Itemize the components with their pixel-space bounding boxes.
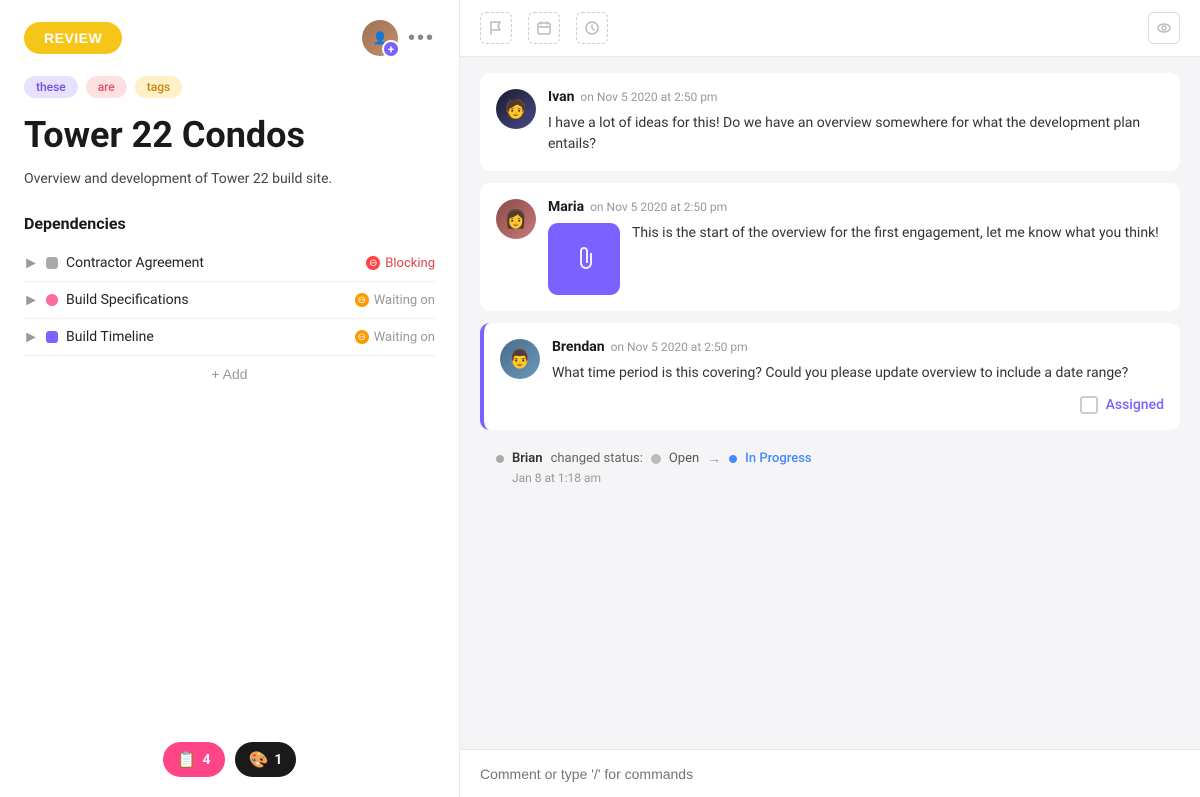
status-change-action: changed status: — [551, 451, 643, 466]
notion-icon: 📋 — [177, 750, 197, 769]
dep-name-contractor: Contractor Agreement — [66, 255, 358, 271]
blocking-label: Blocking — [385, 256, 435, 271]
comment-body-ivan: Ivan on Nov 5 2020 at 2:50 pm I have a l… — [548, 89, 1164, 155]
dep-chevron-timeline[interactable]: ► — [24, 330, 38, 344]
avatar-main: 👤 + — [362, 20, 398, 56]
dep-dot-contractor — [46, 257, 58, 269]
dep-item-timeline: ► Build Timeline ⊖ Waiting on — [24, 319, 435, 356]
page-title: Tower 22 Condos — [24, 114, 435, 157]
attachment-thumb[interactable] — [548, 223, 620, 295]
bottom-bar: 📋 4 🎨 1 — [0, 742, 459, 777]
waiting-label-specs: Waiting on — [374, 293, 435, 308]
status-arrow: → — [707, 450, 721, 467]
status-change-author: Brian — [512, 451, 543, 466]
comment-time-maria: on Nov 5 2020 at 2:50 pm — [590, 200, 727, 214]
dep-status-timeline: ⊖ Waiting on — [355, 330, 435, 345]
dep-chevron-specs[interactable]: ► — [24, 293, 38, 307]
add-user-icon[interactable]: + — [382, 40, 400, 58]
status-to-dot — [729, 455, 737, 463]
blocking-icon: ⊖ — [366, 256, 380, 270]
top-bar-right: 👤 + ••• — [362, 20, 435, 56]
comment-body-maria: Maria on Nov 5 2020 at 2:50 pm This is t… — [548, 199, 1164, 295]
eye-icon[interactable] — [1148, 12, 1180, 44]
status-from-name: Open — [669, 451, 699, 466]
clock-icon[interactable] — [576, 12, 608, 44]
comment-header-maria: Maria on Nov 5 2020 at 2:50 pm — [548, 199, 1164, 215]
assigned-label: Assigned — [1106, 397, 1164, 413]
comment-author-brendan: Brendan — [552, 339, 605, 355]
status-from-dot — [651, 454, 661, 464]
dep-status-specs: ⊖ Waiting on — [355, 293, 435, 308]
right-panel: 🧑 Ivan on Nov 5 2020 at 2:50 pm I have a… — [460, 0, 1200, 797]
status-time: Jan 8 at 1:18 am — [496, 471, 1164, 485]
comment-input-bar — [460, 749, 1200, 797]
status-change-row: Brian changed status: Open → In Progress — [496, 450, 1164, 467]
dep-dot-specs — [46, 294, 58, 306]
waiting-label-timeline: Waiting on — [374, 330, 435, 345]
comment-brendan: 👨 Brendan on Nov 5 2020 at 2:50 pm What … — [480, 323, 1180, 430]
comment-header-ivan: Ivan on Nov 5 2020 at 2:50 pm — [548, 89, 1164, 105]
left-panel: REVIEW 👤 + ••• these are tags Tower 22 C… — [0, 0, 460, 797]
header-icons — [480, 12, 608, 44]
comment-text-brendan: What time period is this covering? Could… — [552, 363, 1164, 384]
avatar-ivan: 🧑 — [496, 89, 536, 129]
tag-are[interactable]: are — [86, 76, 127, 98]
status-to-name: In Progress — [745, 451, 811, 466]
comment-header-brendan: Brendan on Nov 5 2020 at 2:50 pm — [552, 339, 1164, 355]
add-dependency-button[interactable]: + Add — [24, 366, 435, 382]
tag-these[interactable]: these — [24, 76, 78, 98]
assigned-row: Assigned — [552, 396, 1164, 414]
figma-count: 1 — [274, 752, 282, 768]
avatar-group: 👤 + — [362, 20, 398, 56]
comment-text-maria: This is the start of the overview for th… — [632, 223, 1159, 244]
comment-author-ivan: Ivan — [548, 89, 574, 105]
tag-tags[interactable]: tags — [135, 76, 182, 98]
dependencies-title: Dependencies — [24, 214, 435, 233]
review-button[interactable]: REVIEW — [24, 22, 122, 54]
avatar-brendan: 👨 — [500, 339, 540, 379]
comment-maria: 👩 Maria on Nov 5 2020 at 2:50 pm This is… — [480, 183, 1180, 311]
status-change: Brian changed status: Open → In Progress… — [480, 442, 1180, 493]
attachment-preview: This is the start of the overview for th… — [548, 223, 1164, 295]
comment-input[interactable] — [480, 766, 1180, 782]
dep-dot-timeline — [46, 331, 58, 343]
notion-badge[interactable]: 📋 4 — [163, 742, 225, 777]
dep-item-contractor: ► Contractor Agreement ⊖ Blocking — [24, 245, 435, 282]
dep-item-specs: ► Build Specifications ⊖ Waiting on — [24, 282, 435, 319]
dep-status-contractor: ⊖ Blocking — [366, 256, 435, 271]
figma-icon: 🎨 — [249, 750, 269, 769]
waiting-icon-specs: ⊖ — [355, 293, 369, 307]
page-description: Overview and development of Tower 22 bui… — [24, 169, 435, 190]
comments-area: 🧑 Ivan on Nov 5 2020 at 2:50 pm I have a… — [460, 57, 1200, 749]
avatar-maria: 👩 — [496, 199, 536, 239]
comment-time-ivan: on Nov 5 2020 at 2:50 pm — [580, 90, 717, 104]
calendar-icon[interactable] — [528, 12, 560, 44]
tags-row: these are tags — [24, 76, 435, 98]
dep-chevron-contractor[interactable]: ► — [24, 256, 38, 270]
right-header — [460, 0, 1200, 57]
notion-count: 4 — [203, 752, 211, 768]
dependencies-list: ► Contractor Agreement ⊖ Blocking ► Buil… — [24, 245, 435, 356]
waiting-icon-timeline: ⊖ — [355, 330, 369, 344]
figma-badge[interactable]: 🎨 1 — [235, 742, 297, 777]
top-bar: REVIEW 👤 + ••• — [24, 20, 435, 56]
flag-icon[interactable] — [480, 12, 512, 44]
status-indicator-dot — [496, 455, 504, 463]
comment-ivan: 🧑 Ivan on Nov 5 2020 at 2:50 pm I have a… — [480, 73, 1180, 171]
comment-text-ivan: I have a lot of ideas for this! Do we ha… — [548, 113, 1164, 155]
dep-name-specs: Build Specifications — [66, 292, 347, 308]
comment-author-maria: Maria — [548, 199, 584, 215]
more-options-button[interactable]: ••• — [408, 27, 435, 50]
comment-time-brendan: on Nov 5 2020 at 2:50 pm — [611, 340, 748, 354]
comment-body-brendan: Brendan on Nov 5 2020 at 2:50 pm What ti… — [552, 339, 1164, 414]
assigned-checkbox[interactable] — [1080, 396, 1098, 414]
dep-name-timeline: Build Timeline — [66, 329, 347, 345]
